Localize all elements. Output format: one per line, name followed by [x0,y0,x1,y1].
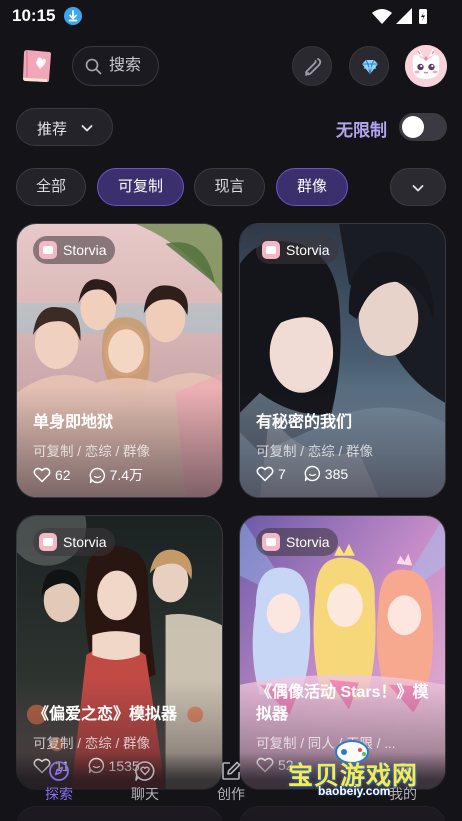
nav-explore[interactable]: 探索 [29,760,89,804]
card-title: 有秘密的我们 [256,414,353,431]
brand-name: Storvia [63,242,107,258]
card-tags: 可复制 / 恋综 / 群像 [33,736,151,751]
filter-chip-copyable[interactable]: 可复制 [97,168,184,206]
card-tags: 可复制 / 恋综 / 群像 [33,444,151,459]
chat-icon [135,761,155,781]
card-stats: 7 385 [256,465,348,482]
filter-chip-all[interactable]: 全部 [16,168,86,206]
nav-create[interactable]: 创作 [201,760,261,804]
comment-icon[interactable] [304,465,321,482]
heart-icon[interactable] [256,466,274,482]
search-input[interactable] [109,55,155,77]
brand-name: Storvia [286,534,330,550]
nav-label: 创作 [217,786,245,802]
filter-chip-modern[interactable]: 现言 [194,168,265,206]
chevron-down-icon [81,125,93,132]
storvia-logo-icon [39,241,57,259]
diamond-icon [362,59,378,75]
comment-icon[interactable] [89,467,106,484]
brand-badge: Storvia [256,528,338,556]
search-box[interactable] [72,46,159,86]
card-stats: 62 7.4万 [33,465,143,485]
card-title: 单身即地狱 [33,414,114,431]
filter-chip-ensemble[interactable]: 群像 [276,168,348,206]
like-count: 62 [55,467,71,483]
nav-chat[interactable]: 聊天 [115,760,175,804]
card-title: 《偶像活动 Stars！》模拟器 [256,684,429,723]
brand-badge: Storvia [33,236,115,264]
card-title: 《偏爱之恋》模拟器 [33,706,178,723]
avatar[interactable] [405,45,447,87]
brand-badge: Storvia [33,528,115,556]
nav-label: 探索 [45,786,73,802]
storvia-logo-icon [39,533,57,551]
explore-icon [49,761,69,781]
download-icon [64,7,82,25]
nav-label: 聊天 [131,786,159,802]
story-card[interactable]: Storvia 单身即地狱 可复制 / 恋综 / 群像 62 7.4万 [16,223,223,498]
brand-name: Storvia [63,534,107,550]
toggle-knob [402,116,424,138]
card-tags: 可复制 / 恋综 / 群像 [256,444,374,459]
heart-icon[interactable] [33,467,51,483]
comment-count: 7.4万 [109,467,144,483]
quill-button[interactable] [292,46,332,86]
signal-icon [396,8,412,24]
chevron-down-icon [412,185,424,192]
gem-button[interactable] [349,46,389,86]
story-card[interactable]: Storvia 有秘密的我们 可复制 / 恋综 / 群像 7 385 [239,223,446,498]
storvia-logo-icon [262,533,280,551]
status-bar: 10:15 [0,0,462,32]
create-icon [222,761,241,780]
search-icon [85,58,102,75]
quill-icon [305,58,322,76]
storvia-logo-icon [262,241,280,259]
unlimited-label: 无限制 [336,121,387,140]
sort-label: 推荐 [37,121,68,138]
watermark-url: baobeiy.com [318,784,391,798]
book-logo-icon[interactable] [16,46,56,86]
sort-dropdown[interactable]: 推荐 [16,108,113,146]
wifi-icon [372,9,392,24]
status-time: 10:15 [12,6,56,25]
expand-filters-button[interactable] [390,168,446,206]
comment-count: 385 [324,465,349,482]
brand-name: Storvia [286,242,330,258]
story-card[interactable]: Storvia 《偏爱之恋》模拟器 可复制 / 恋综 / 群像 11 1535 [16,515,223,790]
brand-badge: Storvia [256,236,338,264]
unlimited-toggle[interactable] [399,113,447,141]
status-icons [372,8,427,24]
like-count: 7 [278,465,286,482]
